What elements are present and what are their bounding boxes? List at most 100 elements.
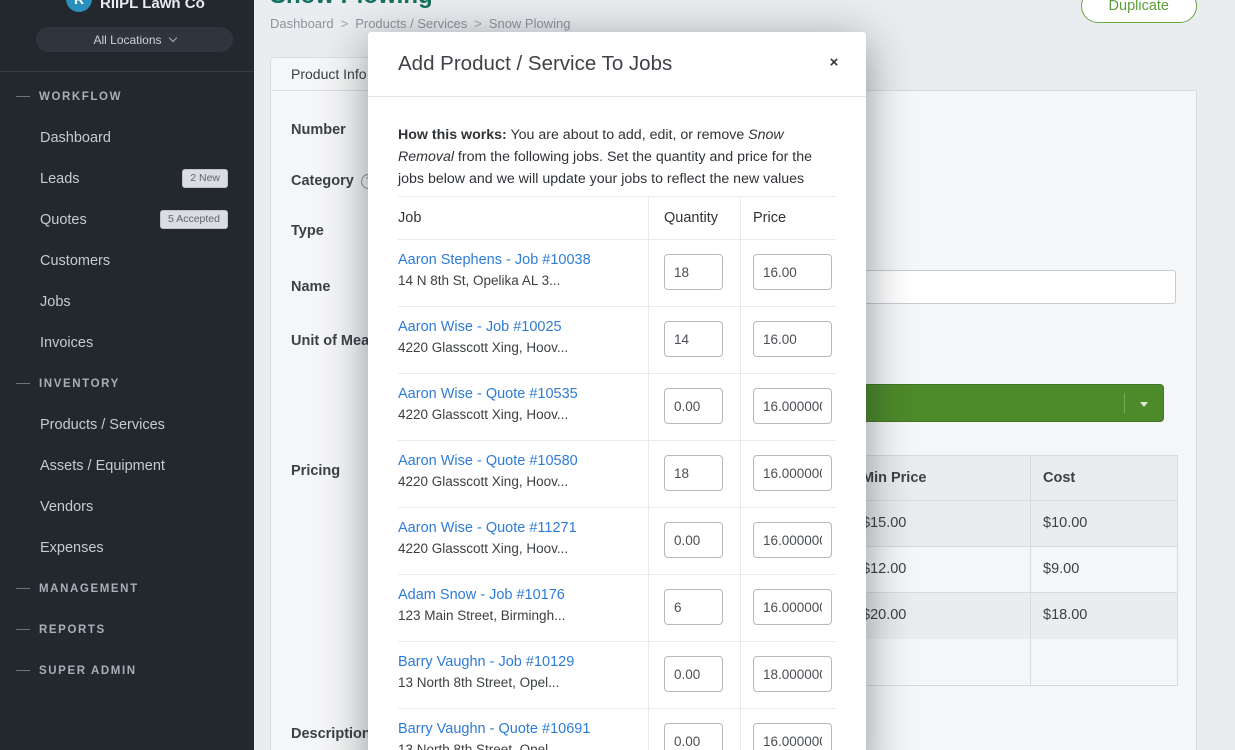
quantity-input[interactable] [664,656,723,692]
cost-value: $10.00 [1030,501,1178,546]
sidebar-header: R RIIPL Lawn Co All Locations [0,0,254,72]
nav-section-management[interactable]: MANAGEMENT [0,568,254,609]
sidebar-item[interactable]: Dashboard [0,117,254,158]
cost-value: $18.00 [1030,593,1178,639]
breadcrumb-dashboard[interactable]: Dashboard [270,16,334,31]
button-divider [1124,393,1125,413]
pricing-table-rows: $15.00 $10.00 $12.00 $9.00 $20.00 $18.00 [850,501,1177,639]
sidebar-item-label: Vendors [40,499,93,515]
sidebar-item[interactable]: Customers [0,240,254,281]
pricing-table: Min Price Cost $15.00 $10.00 $12.00 $9.0… [849,455,1178,686]
sidebar-item-label: Invoices [40,335,93,351]
nav-section-super-admin[interactable]: SUPER ADMIN [0,650,254,691]
breadcrumb-products-services[interactable]: Products / Services [355,16,467,31]
number-label: Number [291,122,346,138]
job-row: Aaron Wise - Quote #10535 4220 Glasscott… [398,374,836,441]
jobs-table-rows: Aaron Stephens - Job #10038 14 N 8th St,… [398,240,836,750]
quantity-input[interactable] [664,589,723,625]
nav-section-reports[interactable]: REPORTS [0,609,254,650]
job-link[interactable]: Adam Snow - Job #10176 [398,587,638,603]
job-row: Aaron Wise - Quote #11271 4220 Glasscott… [398,508,836,575]
job-address: 13 North 8th Street, Opel... [398,742,638,750]
section-dash-icon [16,670,30,671]
pricing-table-header: Min Price Cost [850,456,1177,501]
quantity-input[interactable] [664,254,723,290]
sidebar-nav: WORKFLOW Dashboard Leads 2 New Quote [0,72,254,691]
price-input[interactable] [753,254,832,290]
job-column-header: Job [398,197,648,240]
min-price-header: Min Price [850,456,1030,500]
job-link[interactable]: Aaron Wise - Quote #10535 [398,386,638,402]
sidebar-item[interactable]: Assets / Equipment [0,445,254,486]
status-badge: 5 Accepted [160,210,228,229]
cost-header: Cost [1030,456,1178,500]
job-address: 123 Main Street, Birmingh... [398,608,638,623]
job-link[interactable]: Aaron Wise - Job #10025 [398,319,638,335]
job-link[interactable]: Aaron Stephens - Job #10038 [398,252,638,268]
quantity-column-header: Quantity [648,197,740,240]
job-row: Aaron Wise - Job #10025 4220 Glasscott X… [398,307,836,374]
sidebar-item-label: Quotes [40,212,87,228]
job-link[interactable]: Barry Vaughn - Job #10129 [398,654,638,670]
sidebar-item[interactable]: Jobs [0,281,254,322]
nav-items-inventory: Products / Services Assets / Equipment V… [0,404,254,568]
duplicate-button[interactable]: Duplicate [1081,0,1197,23]
pricing-row: $15.00 $10.00 [850,501,1177,547]
section-dash-icon [16,588,30,589]
add-product-service-modal: Add Product / Service To Jobs × How this… [368,32,866,750]
jobs-table-header: Job Quantity Price [398,196,836,240]
cost-value: $9.00 [1030,547,1178,592]
price-input[interactable] [753,522,832,558]
price-input[interactable] [753,321,832,357]
sidebar-item[interactable]: Products / Services [0,404,254,445]
quantity-input[interactable] [664,321,723,357]
sidebar: R RIIPL Lawn Co All Locations WORKFLOW D… [0,0,254,750]
job-link[interactable]: Aaron Wise - Quote #11271 [398,520,638,536]
nav-section-workflow: WORKFLOW [0,76,254,117]
modal-intro-text: How this works: You are about to add, ed… [398,124,836,190]
sidebar-item[interactable]: Quotes 5 Accepted [0,199,254,240]
name-label: Name [291,279,331,295]
company-name: RIIPL Lawn Co [100,0,205,12]
modal-body: How this works: You are about to add, ed… [368,96,866,750]
modal-header: Add Product / Service To Jobs × [368,32,866,96]
quantity-input[interactable] [664,455,723,491]
breadcrumb: Dashboard>Products / Services>Snow Plowi… [270,16,570,31]
quantity-input[interactable] [664,388,723,424]
sidebar-item[interactable]: Vendors [0,486,254,527]
quantity-input[interactable] [664,522,723,558]
modal-title: Add Product / Service To Jobs [398,52,672,76]
price-input[interactable] [753,723,832,750]
close-icon[interactable]: × [824,54,844,71]
price-input[interactable] [753,388,832,424]
sidebar-item-label: Dashboard [40,130,111,146]
price-input[interactable] [753,589,832,625]
job-link[interactable]: Barry Vaughn - Quote #10691 [398,721,638,737]
sidebar-item[interactable]: Expenses [0,527,254,568]
company-logo-icon: R [66,0,92,12]
job-address: 4220 Glasscott Xing, Hoov... [398,407,638,422]
job-row: Adam Snow - Job #10176 123 Main Street, … [398,575,836,642]
job-row: Aaron Wise - Quote #10580 4220 Glasscott… [398,441,836,508]
dropdown-caret-icon[interactable] [1140,402,1148,407]
job-row: Aaron Stephens - Job #10038 14 N 8th St,… [398,240,836,307]
sidebar-item[interactable]: Invoices [0,322,254,363]
sidebar-item-label: Customers [40,253,110,269]
job-link[interactable]: Aaron Wise - Quote #10580 [398,453,638,469]
pricing-label: Pricing [291,463,340,479]
status-badge: 2 New [182,169,228,188]
job-address: 4220 Glasscott Xing, Hoov... [398,541,638,556]
quantity-input[interactable] [664,723,723,750]
job-address: 4220 Glasscott Xing, Hoov... [398,340,638,355]
job-address: 13 North 8th Street, Opel... [398,675,638,690]
job-address: 14 N 8th St, Opelika AL 3... [398,273,638,288]
price-input[interactable] [753,455,832,491]
pricing-row: $12.00 $9.00 [850,547,1177,593]
sidebar-item-label: Products / Services [40,417,165,433]
min-price-value: $20.00 [850,593,1030,639]
section-dash-icon [16,629,30,630]
price-input[interactable] [753,656,832,692]
sidebar-item-label: Expenses [40,540,104,556]
location-selector[interactable]: All Locations [36,27,233,52]
sidebar-item[interactable]: Leads 2 New [0,158,254,199]
